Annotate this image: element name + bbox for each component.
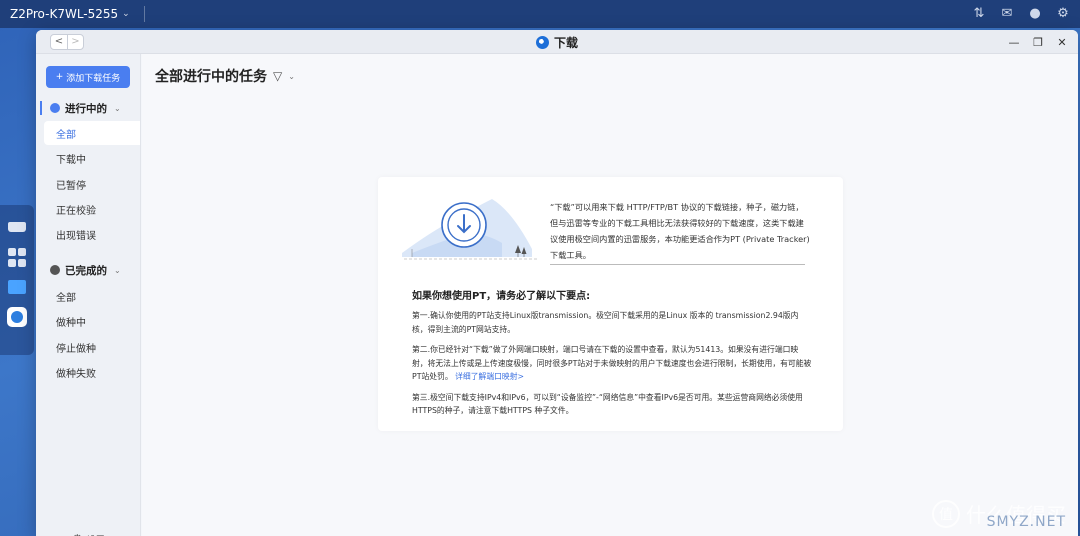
- chevron-down-icon[interactable]: ⌄: [288, 72, 295, 81]
- main-content: 全部进行中的任务 ▽ ⌄ “下载”可以用来下载 HTTP/FTP/BT 协议的下…: [142, 54, 1078, 536]
- sidebar-item-paused[interactable]: 已暂停: [44, 172, 140, 196]
- group-active-label: 进行中的: [65, 102, 107, 115]
- gear-icon: ⚙: [72, 532, 83, 536]
- download-illustration-icon: [402, 199, 538, 260]
- window-title-text: 下载: [553, 35, 578, 50]
- sidebar: + 添加下载任务 进行中的 ⌄ 全部 下载中 已暂停 正在校验 出现错误 已完成…: [36, 54, 141, 536]
- divider: [143, 6, 145, 22]
- pt-heading: 如果你想使用PT，请务必了解以下要点:: [412, 291, 591, 302]
- chevron-down-icon: ⌄: [114, 265, 121, 275]
- download-app-icon: [535, 35, 549, 49]
- port-mapping-link[interactable]: 详细了解端口映射>: [455, 372, 524, 381]
- app-dock: [0, 205, 34, 355]
- window-title: 下载: [36, 30, 1078, 54]
- drive-icon[interactable]: [7, 217, 27, 237]
- page-title: 全部进行中的任务 ▽ ⌄: [155, 66, 295, 86]
- add-task-button[interactable]: + 添加下载任务: [46, 66, 130, 88]
- sidebar-item-downloading[interactable]: 下载中: [44, 146, 140, 170]
- device-name: Z2Pro-K7WL-5255: [10, 7, 119, 21]
- sidebar-item-verifying[interactable]: 正在校验: [44, 197, 140, 221]
- active-marker: [40, 101, 42, 115]
- clock-icon: [50, 103, 60, 113]
- folder-icon[interactable]: [7, 277, 27, 297]
- group-done[interactable]: 已完成的 ⌄: [36, 260, 141, 280]
- page-title-text: 全部进行中的任务: [155, 69, 267, 85]
- transfer-icon[interactable]: ⇅: [972, 7, 986, 21]
- add-task-label: 添加下载任务: [66, 73, 121, 84]
- settings-button[interactable]: ⚙ 设置: [72, 532, 105, 536]
- divider: [550, 264, 805, 265]
- chevron-down-icon: ⌄: [122, 9, 130, 19]
- sidebar-item-stopped-seeding[interactable]: 停止做种: [44, 335, 140, 359]
- forward-button[interactable]: >: [67, 34, 83, 49]
- sidebar-item-seeding[interactable]: 做种中: [44, 309, 140, 333]
- point-two: 第二.你已经针对“下载”做了外网端口映射，端口号请在下载的设置中查看，默认为51…: [412, 343, 812, 384]
- user-icon[interactable]: ●: [1028, 7, 1042, 21]
- mail-icon[interactable]: ✉: [1000, 7, 1014, 21]
- download-window: < > 下载 — ❐ ✕ + 添加下载任务 进行中的 ⌄ 全部 下载中 已暂停 …: [36, 30, 1078, 536]
- back-button[interactable]: <: [51, 35, 67, 49]
- point-one: 第一.确认你使用的PT站支持Linux版transmission。极空间下载采用…: [412, 311, 799, 334]
- settings-label: 设置: [87, 533, 105, 536]
- chevron-down-icon: ⌄: [114, 103, 121, 113]
- title-bar: < > 下载 — ❐ ✕: [36, 30, 1078, 54]
- system-icons: ⇅ ✉ ● ⚙: [972, 7, 1070, 21]
- watermark-logo-icon: 值: [932, 499, 960, 528]
- close-button[interactable]: ✕: [1056, 36, 1068, 49]
- plus-icon: +: [55, 72, 64, 82]
- window-controls: — ❐ ✕: [1008, 30, 1068, 54]
- nav-buttons: < >: [50, 33, 84, 50]
- point-three: 第三.极空间下载支持IPv4和IPv6，可以到“设备监控”-“网络信息”中查看I…: [412, 392, 803, 416]
- system-bar: Z2Pro-K7WL-5255 ⌄ ⇅ ✉ ● ⚙: [0, 0, 1080, 28]
- restore-button[interactable]: ❐: [1032, 36, 1044, 49]
- sidebar-item-all-done[interactable]: 全部: [44, 284, 140, 308]
- download-app-icon[interactable]: [7, 307, 27, 327]
- watermark: 值 什么值得买 SMYZ.NET: [932, 499, 1066, 530]
- info-card: “下载”可以用来下载 HTTP/FTP/BT 协议的下载链接，种子，磁力链，但与…: [378, 177, 843, 431]
- sidebar-item-error[interactable]: 出现错误: [44, 222, 140, 246]
- group-active[interactable]: 进行中的 ⌄: [36, 98, 141, 118]
- card-body: 如果你想使用PT，请务必了解以下要点: 第一.确认你使用的PT站支持Linux版…: [412, 287, 812, 425]
- device-selector[interactable]: Z2Pro-K7WL-5255 ⌄: [10, 6, 145, 22]
- check-circle-icon: [50, 265, 60, 275]
- gear-icon[interactable]: ⚙: [1056, 7, 1070, 21]
- group-done-label: 已完成的: [65, 264, 107, 277]
- minimize-button[interactable]: —: [1008, 36, 1020, 49]
- sidebar-item-seeding-failed[interactable]: 做种失败: [44, 360, 140, 384]
- intro-text: “下载”可以用来下载 HTTP/FTP/BT 协议的下载链接，种子，磁力链，但与…: [550, 202, 810, 260]
- apps-grid-icon[interactable]: [7, 247, 27, 267]
- watermark-site: SMYZ.NET: [986, 514, 1066, 530]
- filter-icon[interactable]: ▽: [273, 69, 282, 83]
- sidebar-item-all-active[interactable]: 全部: [44, 121, 140, 145]
